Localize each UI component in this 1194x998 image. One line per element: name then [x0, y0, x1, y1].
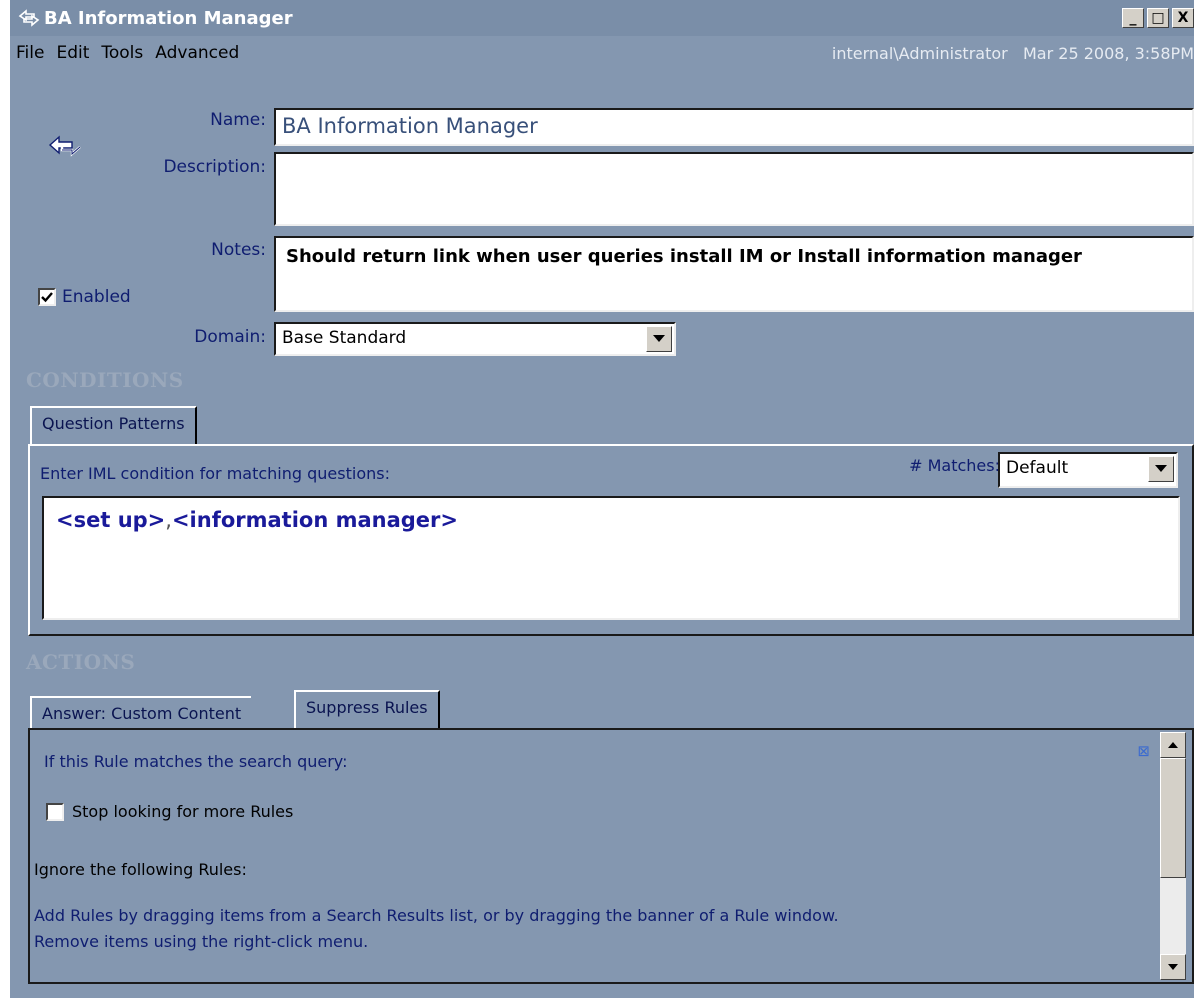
matches-select[interactable]: Default: [998, 452, 1178, 488]
matches-value: Default: [1006, 458, 1069, 478]
chevron-down-icon[interactable]: [1148, 456, 1174, 482]
actions-heading: ACTIONS: [26, 650, 136, 674]
notes-field[interactable]: Should return link when user queries ins…: [274, 236, 1194, 312]
vertical-scrollbar[interactable]: [1160, 732, 1186, 980]
maximize-button[interactable]: □: [1147, 8, 1169, 28]
tab-suppress-rules[interactable]: Suppress Rules: [294, 690, 440, 728]
iml-token-information-manager: <information manager>: [171, 508, 458, 532]
description-label: Description:: [163, 157, 266, 177]
window-title: BA Information Manager: [44, 7, 293, 29]
menu-edit[interactable]: Edit: [50, 43, 95, 63]
matches-label: # Matches:: [909, 456, 1000, 475]
stop-looking-row[interactable]: Stop looking for more Rules: [46, 802, 293, 821]
iml-token-set-up: <set up>: [56, 508, 166, 532]
iml-condition-editor[interactable]: <set up>,<information manager>: [42, 496, 1180, 620]
rule-window: BA Information Manager _ □ X File Edit T…: [10, 0, 1194, 998]
minimize-icon: _: [1129, 10, 1137, 26]
iml-instruction: Enter IML condition for matching questio…: [40, 464, 390, 483]
maximize-icon: □: [1151, 10, 1165, 26]
rule-type-icon: [48, 134, 82, 165]
help-text-line2: Remove items using the right-click menu.: [34, 932, 369, 951]
menu-bar: File Edit Tools Advanced internal\Admini…: [10, 36, 1194, 70]
if-rule-matches-text: If this Rule matches the search query:: [44, 752, 348, 771]
close-icon: X: [1177, 10, 1189, 26]
close-button[interactable]: X: [1172, 8, 1194, 28]
stop-looking-checkbox[interactable]: [46, 802, 64, 821]
scroll-thumb[interactable]: [1160, 758, 1186, 878]
current-datetime: Mar 25 2008, 3:58PM: [1023, 44, 1194, 63]
enabled-checkbox-row[interactable]: Enabled: [38, 287, 131, 307]
double-arrow-icon: [18, 9, 40, 27]
clear-icon[interactable]: ⊠: [1137, 742, 1150, 760]
iml-separator: ,: [165, 508, 172, 532]
conditions-heading: CONDITIONS: [26, 368, 184, 392]
tab-question-patterns[interactable]: Question Patterns: [30, 406, 197, 444]
minimize-button[interactable]: _: [1122, 8, 1144, 28]
name-field[interactable]: BA Information Manager: [274, 108, 1194, 146]
domain-select[interactable]: Base Standard: [274, 322, 676, 356]
menu-file[interactable]: File: [10, 43, 50, 63]
actions-panel: If this Rule matches the search query: ⊠…: [28, 728, 1194, 984]
stop-looking-label: Stop looking for more Rules: [72, 802, 294, 821]
current-user: internal\Administrator: [831, 44, 1008, 63]
name-label: Name:: [210, 110, 266, 130]
conditions-panel: Enter IML condition for matching questio…: [28, 444, 1194, 636]
menu-tools[interactable]: Tools: [95, 43, 149, 63]
enabled-label: Enabled: [62, 287, 131, 307]
title-bar[interactable]: BA Information Manager _ □ X: [10, 0, 1194, 36]
notes-label: Notes:: [211, 240, 266, 260]
status-info: internal\Administrator Mar 25 2008, 3:58…: [832, 44, 1194, 63]
chevron-down-icon[interactable]: [646, 326, 672, 352]
scroll-up-button[interactable]: [1160, 732, 1186, 758]
tab-answer-custom-content[interactable]: Answer: Custom Content: [30, 696, 252, 730]
ignore-rules-label: Ignore the following Rules:: [34, 860, 247, 879]
description-field[interactable]: [274, 152, 1194, 226]
menu-advanced[interactable]: Advanced: [149, 43, 245, 63]
scroll-down-button[interactable]: [1160, 954, 1186, 980]
enabled-checkbox[interactable]: [38, 288, 56, 306]
help-text-line1: Add Rules by dragging items from a Searc…: [34, 906, 839, 925]
domain-label: Domain:: [194, 327, 266, 347]
domain-value: Base Standard: [282, 328, 407, 348]
